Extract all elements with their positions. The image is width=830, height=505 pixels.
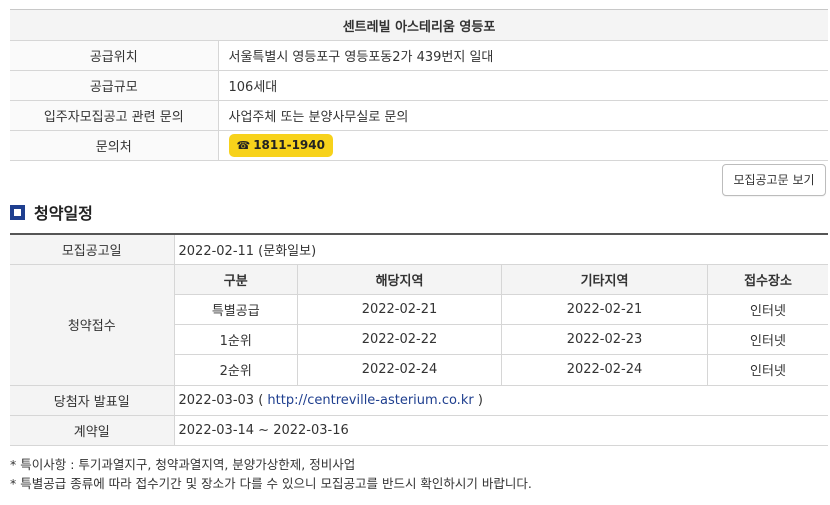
info-label: 문의처	[10, 130, 219, 161]
apply-header: 구분	[174, 264, 298, 295]
apply-cell: 2022-02-22	[297, 324, 502, 355]
schedule-label: 계약일	[10, 415, 175, 446]
info-value: 서울특별시 영등포구 영등포동2가 439번지 일대	[218, 40, 828, 71]
section-title: 청약일정	[10, 201, 93, 223]
note-line: * 특이사항 : 투기과열지구, 청약과열지역, 분양가상한제, 정비사업	[10, 457, 356, 472]
notes: * 특이사항 : 투기과열지구, 청약과열지역, 분양가상한제, 정비사업 * …	[10, 455, 532, 493]
schedule-row-announce: 모집공고일 2022-02-11 (문화일보)	[10, 234, 828, 265]
phone-badge[interactable]: ☎ 1811-1940	[228, 134, 333, 157]
info-row-location: 공급위치 서울특별시 영등포구 영등포동2가 439번지 일대	[10, 40, 828, 71]
apply-subtable: 구분 해당지역 기타지역 접수장소 특별공급 2022-02-21 2022-0…	[174, 264, 829, 385]
info-row-inquiry: 입주자모집공고 관련 문의 사업주체 또는 분양사무실로 문의	[10, 100, 828, 131]
apply-cell: 2022-02-24	[297, 354, 502, 385]
square-bullet-icon	[10, 204, 25, 220]
apply-cell: 2022-02-23	[501, 324, 708, 355]
telephone-icon: ☎	[236, 139, 251, 152]
schedule-label: 당첨자 발표일	[10, 385, 175, 416]
apply-cell: 인터넷	[707, 294, 828, 325]
apply-cell: 2022-02-24	[501, 354, 708, 385]
schedule-row-winner: 당첨자 발표일 2022-03-03 ( http://centreville-…	[10, 385, 828, 416]
phone-number[interactable]: 1811-1940	[253, 138, 325, 152]
info-label: 공급위치	[10, 40, 219, 71]
apply-row: 2순위 2022-02-24 2022-02-24 인터넷	[174, 354, 829, 385]
apply-header: 접수장소	[707, 264, 828, 295]
apply-header: 해당지역	[297, 264, 502, 295]
paren-open: (	[254, 392, 268, 408]
schedule-value: 2022-03-14 ~ 2022-03-16	[174, 415, 828, 446]
apply-row: 특별공급 2022-02-21 2022-02-21 인터넷	[174, 294, 828, 325]
schedule-value: 2022-02-11 (문화일보)	[174, 234, 828, 265]
section-title-text: 청약일정	[34, 204, 93, 223]
apply-cell: 2022-02-21	[501, 294, 708, 325]
info-label: 입주자모집공고 관련 문의	[10, 100, 219, 131]
apply-cell: 2순위	[174, 354, 298, 385]
schedule-row-contract: 계약일 2022-03-14 ~ 2022-03-16	[10, 415, 828, 446]
apply-header: 기타지역	[501, 264, 708, 295]
apply-cell: 인터넷	[750, 364, 786, 380]
view-notice-button[interactable]: 모집공고문 보기	[722, 164, 826, 196]
complex-info-table: 센트레빌 아스테리움 영등포 공급위치 서울특별시 영등포구 영등포동2가 43…	[10, 9, 828, 161]
schedule-label: 청약접수	[10, 264, 175, 386]
apply-cell: 1순위	[174, 324, 298, 355]
note-line: * 특별공급 종류에 따라 접수기간 및 장소가 다를 수 있으니 모집공고를 …	[10, 476, 532, 491]
apply-cell: 인터넷	[707, 324, 828, 355]
winner-site-link[interactable]: http://centreville-asterium.co.kr	[267, 393, 473, 408]
info-label: 공급규모	[10, 70, 219, 101]
info-row-size: 공급규모 106세대	[10, 70, 828, 101]
complex-name-header: 센트레빌 아스테리움 영등포	[10, 9, 828, 41]
schedule-label: 모집공고일	[10, 234, 175, 265]
paren-close: )	[473, 392, 483, 408]
schedule-table: 모집공고일 2022-02-11 (문화일보) 청약접수 구분 해당지역 기타지…	[10, 233, 828, 446]
apply-cell: 특별공급	[174, 294, 298, 325]
apply-cell: 2022-02-21	[297, 294, 502, 325]
info-row-contact: 문의처 ☎ 1811-1940	[10, 130, 828, 161]
apply-row: 1순위 2022-02-22 2022-02-23 인터넷	[174, 324, 828, 355]
info-value: 106세대	[218, 70, 828, 101]
winner-date: 2022-03-03	[178, 392, 255, 408]
schedule-row-apply: 청약접수 구분 해당지역 기타지역 접수장소 특별공급 2022-02-21 2…	[10, 264, 829, 386]
info-value: 사업주체 또는 분양사무실로 문의	[218, 100, 828, 131]
